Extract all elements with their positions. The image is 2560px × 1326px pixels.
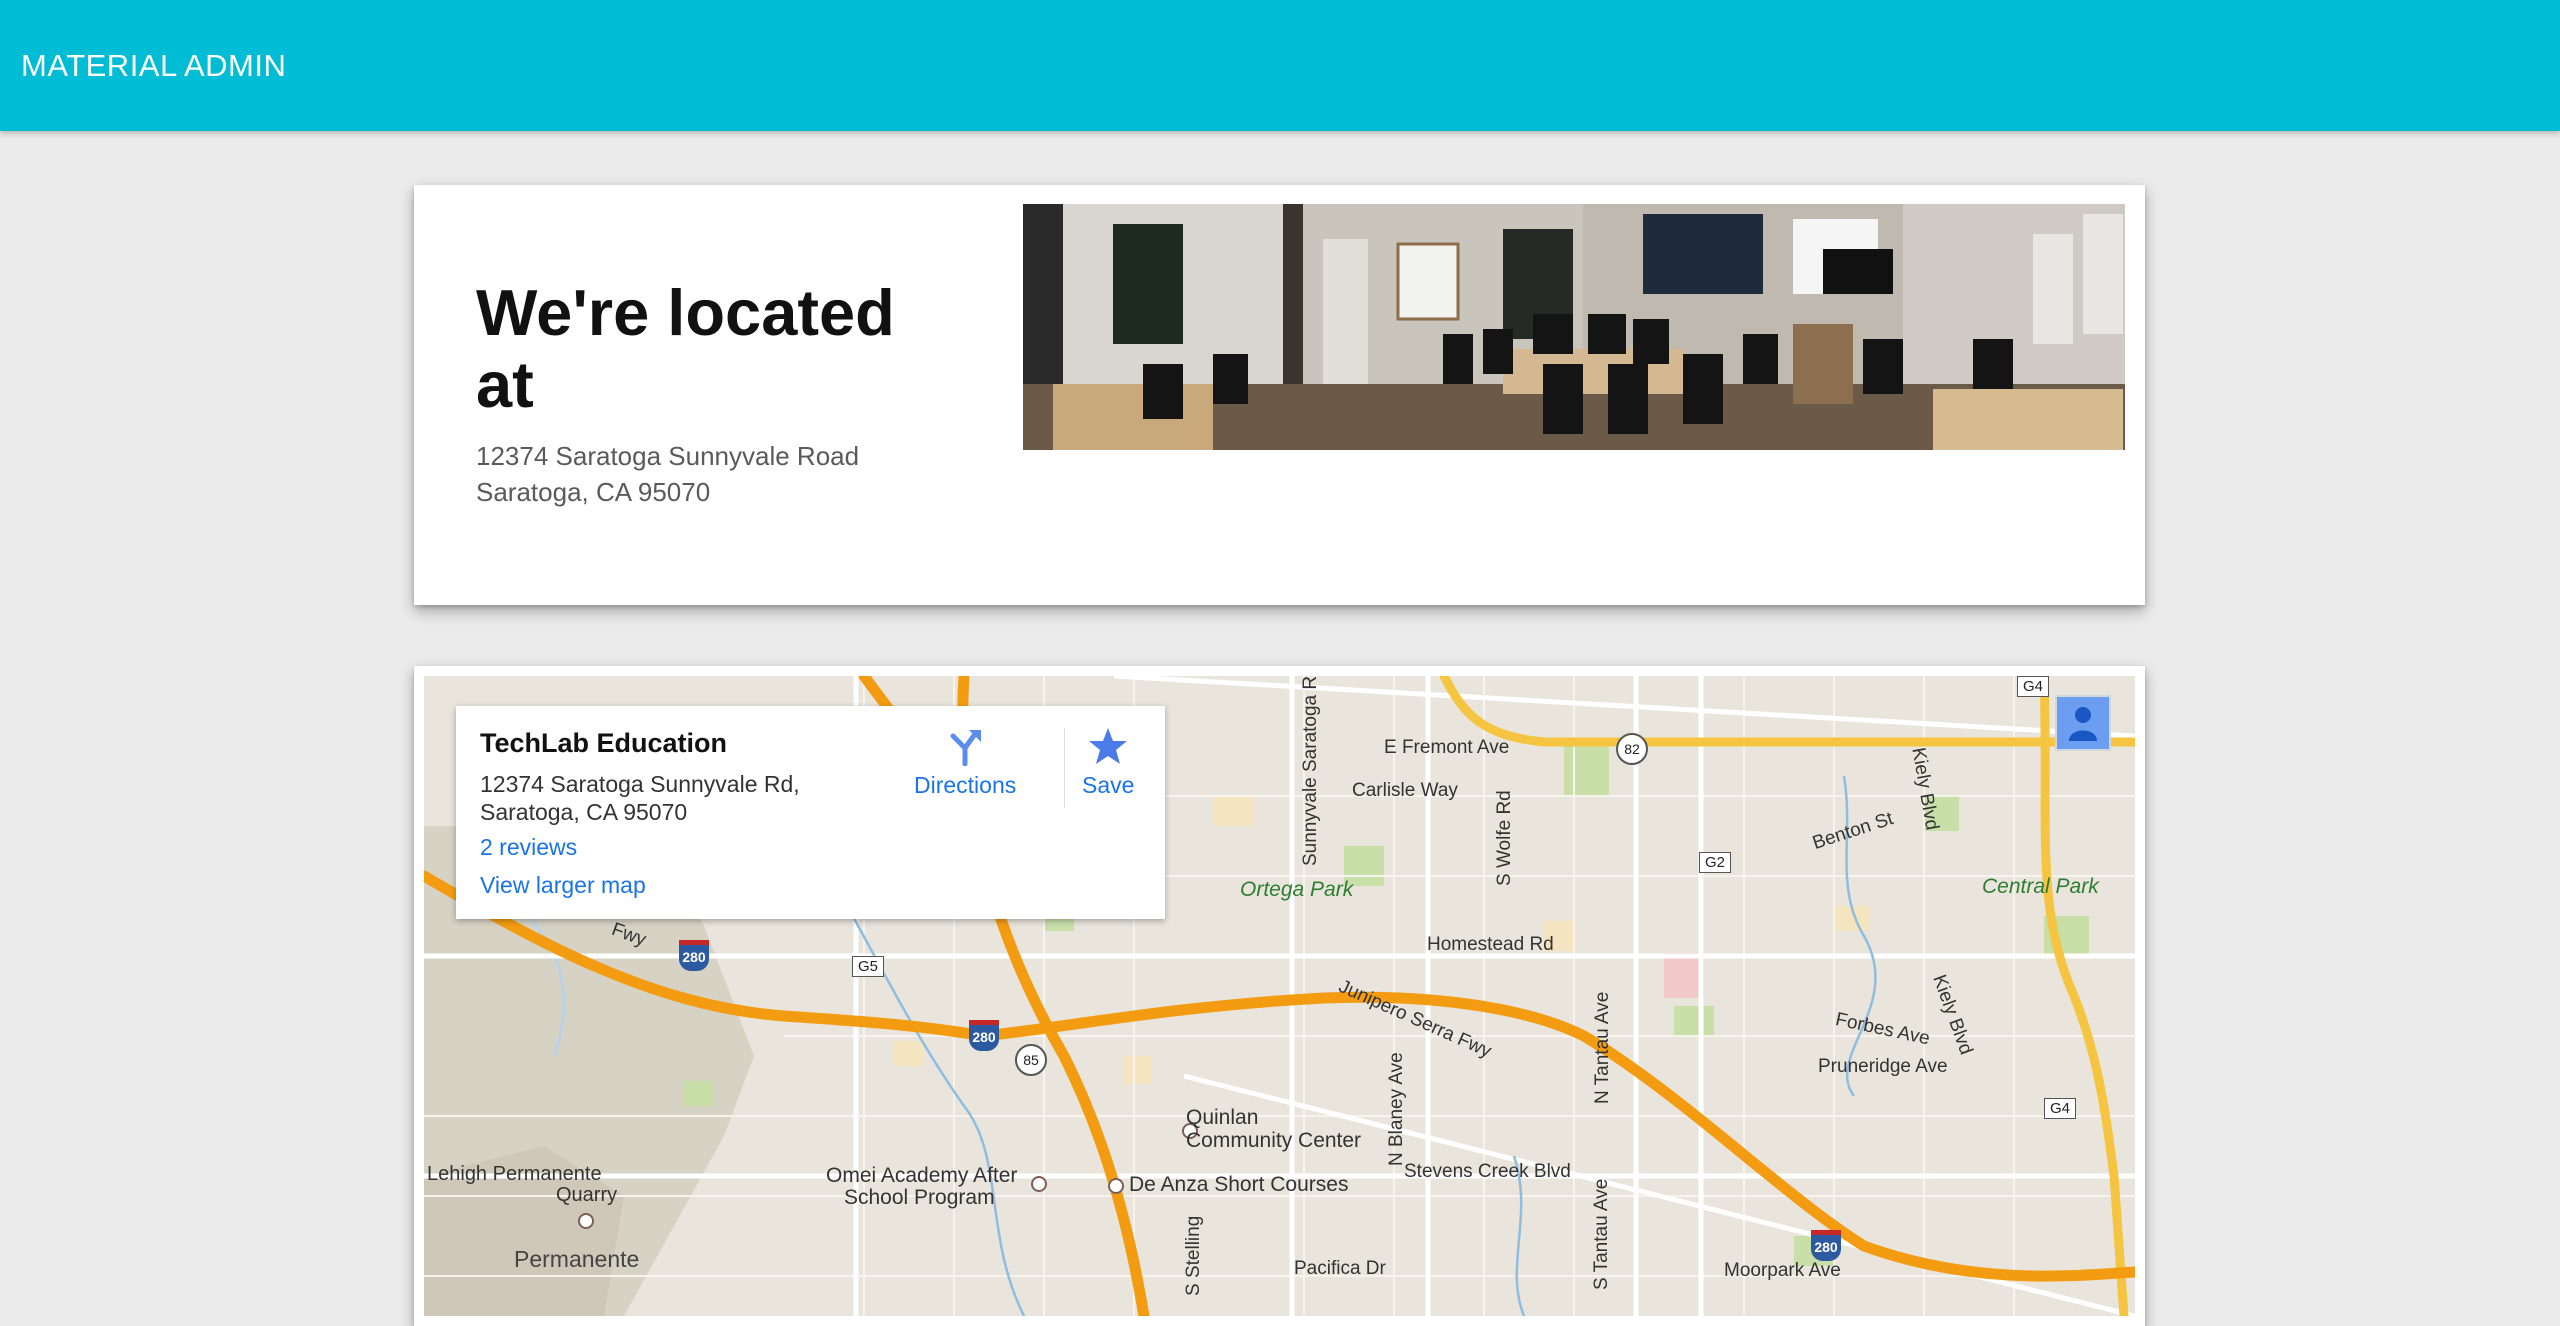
- route-82-marker: 82: [1616, 733, 1648, 765]
- label-homestead-rd: Homestead Rd: [1427, 934, 1554, 955]
- location-heading: We're located at: [476, 276, 895, 421]
- location-card: We're located at 12374 Saratoga Sunnyval…: [414, 185, 2145, 605]
- label-permanente: Permanente: [514, 1246, 640, 1272]
- directions-icon: [950, 730, 982, 766]
- star-icon: [1089, 728, 1128, 764]
- classroom-panorama-image: [1023, 204, 2125, 450]
- street-view-pegman-icon[interactable]: [2055, 695, 2111, 751]
- location-address: 12374 Saratoga Sunnyvale Road Saratoga, …: [476, 438, 859, 510]
- save-label: Save: [1082, 772, 1135, 798]
- i280-shield-center: 280: [969, 1020, 999, 1051]
- label-sunnyvale-saratoga-rd: Sunnyvale Saratoga Rd: [1300, 676, 1321, 866]
- label-pacifica-dr: Pacifica Dr: [1294, 1258, 1386, 1279]
- address-line-2: Saratoga, CA 95070: [476, 477, 711, 507]
- label-pruneridge-ave: Pruneridge Ave: [1818, 1056, 1948, 1077]
- route-g4-top-marker: G4: [2017, 676, 2050, 697]
- route-g2-marker: G2: [1699, 852, 1732, 873]
- label-de-anza-short-courses: De Anza Short Courses: [1129, 1173, 1349, 1196]
- save-button[interactable]: Save: [1082, 726, 1134, 799]
- label-moorpark-ave: Moorpark Ave: [1724, 1260, 1841, 1281]
- route-85-marker: 85: [1015, 1044, 1047, 1076]
- place-address: 12374 Saratoga Sunnyvale Rd, Saratoga, C…: [480, 770, 860, 826]
- label-s-wolfe-rd: S Wolfe Rd: [1494, 790, 1515, 886]
- label-s-tantau-ave: S Tantau Ave: [1591, 1178, 1612, 1290]
- view-larger-map-link[interactable]: View larger map: [480, 872, 646, 899]
- label-n-blaney-ave: N Blaney Ave: [1386, 1052, 1407, 1166]
- place-address-line-1: 12374 Saratoga Sunnyvale Rd,: [480, 771, 800, 797]
- label-central-park: Central Park: [1982, 875, 2099, 898]
- action-divider: [1064, 728, 1065, 808]
- label-carlisle-way: Carlisle Way: [1352, 780, 1458, 801]
- route-g5-marker: G5: [852, 956, 885, 977]
- label-omei-academy: Omei Academy After: [826, 1164, 1018, 1187]
- i280-shield-west: 280: [679, 940, 709, 971]
- label-community-center: Community Center: [1186, 1129, 1362, 1152]
- route-g4-bottom-marker: G4: [2044, 1098, 2077, 1119]
- app-title[interactable]: MATERIAL ADMIN: [21, 48, 286, 84]
- label-n-tantau-ave: N Tantau Ave: [1592, 991, 1613, 1104]
- label-e-fremont-ave: E Fremont Ave: [1384, 737, 1510, 758]
- reviews-link[interactable]: 2 reviews: [480, 834, 577, 861]
- label-s-stelling: S Stelling: [1183, 1215, 1204, 1296]
- i280-shield-east: 280: [1811, 1230, 1841, 1261]
- top-app-bar: MATERIAL ADMIN: [0, 0, 2560, 131]
- label-quarry: Quarry: [556, 1184, 618, 1206]
- label-stevens-creek-blvd: Stevens Creek Blvd: [1404, 1161, 1571, 1182]
- place-address-line-2: Saratoga, CA 95070: [480, 799, 688, 825]
- label-school-program: School Program: [844, 1186, 995, 1209]
- label-quinlan: Quinlan: [1186, 1106, 1259, 1129]
- directions-label: Directions: [914, 772, 1017, 798]
- place-info-card: TechLab Education 12374 Saratoga Sunnyva…: [456, 706, 1165, 919]
- google-map[interactable]: E Fremont Ave Carlisle Way Ortega Park C…: [424, 676, 2135, 1316]
- label-lehigh-permanente: Lehigh Permanente: [427, 1163, 602, 1185]
- place-name: TechLab Education: [480, 728, 728, 758]
- label-ortega-park: Ortega Park: [1240, 878, 1354, 901]
- directions-button[interactable]: Directions: [914, 726, 1016, 799]
- map-card: E Fremont Ave Carlisle Way Ortega Park C…: [414, 666, 2145, 1326]
- address-line-1: 12374 Saratoga Sunnyvale Road: [476, 441, 860, 471]
